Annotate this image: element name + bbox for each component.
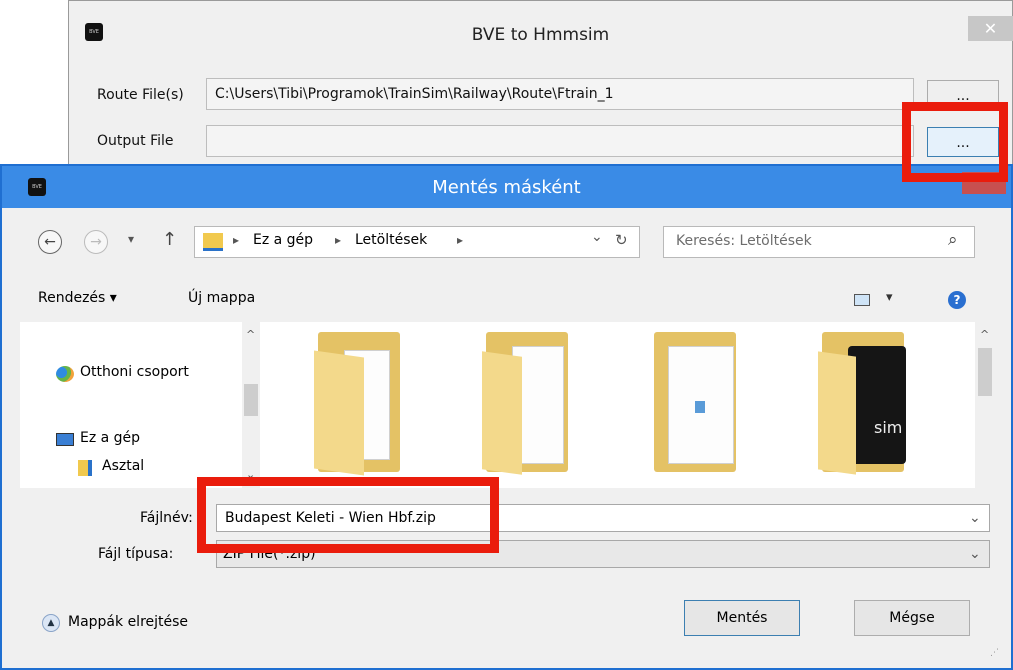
dialog-titlebar: BVE Mentés másként ⌃ — [2, 166, 1011, 208]
route-file-field[interactable]: C:\Users\Tibi\Programok\TrainSim\Railway… — [206, 78, 914, 110]
breadcrumb-item-this-pc[interactable]: Ez a gép — [253, 232, 313, 248]
bve-titlebar: BVE BVE to Hmmsim ✕ — [69, 1, 1013, 57]
filetype-label: Fájl típusa: — [98, 546, 174, 562]
route-file-label: Route File(s) — [97, 87, 184, 103]
view-options-icon[interactable] — [854, 294, 870, 306]
file-thumbnail-icon — [695, 401, 705, 413]
sidebar-scroll-thumb[interactable] — [244, 384, 258, 416]
sidebar-scrollbar[interactable]: ^ ⌄ — [242, 322, 260, 488]
folder-item[interactable] — [314, 332, 414, 484]
breadcrumb-separator: ▸ — [335, 233, 342, 247]
recent-locations-icon[interactable]: ▾ — [128, 232, 134, 246]
refresh-icon[interactable]: ↻ — [615, 231, 628, 249]
sidebar-item-label: Otthoni csoport — [80, 364, 189, 380]
back-arrow-icon[interactable]: ← — [38, 230, 62, 254]
address-dropdown-icon[interactable]: ⌄ — [591, 229, 603, 245]
downloads-folder-icon — [203, 233, 223, 251]
forward-arrow-icon[interactable]: → — [84, 230, 108, 254]
highlight-filename — [197, 477, 499, 553]
cancel-button[interactable]: Mégse — [854, 600, 970, 636]
breadcrumb-item-downloads[interactable]: Letöltések — [355, 232, 427, 248]
bve-close-button[interactable]: ✕ — [968, 16, 1013, 41]
sidebar-item-label: Ez a gép — [80, 430, 141, 446]
save-options-panel: Fájlnév: Budapest Keleti - Wien Hbf.zip … — [2, 488, 1011, 668]
scroll-up-icon[interactable]: ^ — [246, 328, 255, 341]
breadcrumb-separator: ▸ — [457, 233, 464, 247]
output-file-label: Output File — [97, 133, 174, 149]
collapse-icon: ▲ — [42, 614, 60, 632]
chevron-down-icon[interactable]: ⌄ — [969, 541, 981, 567]
desktop-folder-icon — [78, 460, 92, 476]
dialog-title: Mentés másként — [432, 177, 581, 198]
navigation-bar: ← → ▾ ↑ ▸ Ez a gép ▸ Letöltések ▸ ⌄ ↻ Ke… — [2, 208, 1011, 280]
search-input[interactable]: Keresés: Letöltések — [676, 233, 812, 249]
navigation-pane: Otthoni csoport Ez a gép Asztal ^ ⌄ — [20, 322, 260, 488]
save-button[interactable]: Mentés — [684, 600, 800, 636]
filename-label: Fájlnév: — [140, 510, 193, 526]
app-preview-text: sim — [874, 418, 903, 437]
breadcrumb-separator: ▸ — [233, 233, 240, 247]
file-list: sim — [260, 322, 975, 488]
file-list-scroll-thumb[interactable] — [978, 348, 992, 396]
sidebar-item-label: Asztal — [102, 458, 145, 474]
hide-folders-label: Mappák elrejtése — [68, 614, 189, 630]
bve-window-title: BVE to Hmmsim — [471, 25, 610, 45]
organize-menu[interactable]: Rendezés ▾ — [38, 290, 117, 306]
resize-grip-icon[interactable]: ⋰ — [990, 648, 999, 658]
folder-item[interactable] — [650, 332, 750, 484]
computer-icon — [56, 433, 74, 446]
chevron-down-icon[interactable]: ⌄ — [969, 505, 981, 531]
new-folder-button[interactable]: Új mappa — [188, 290, 255, 306]
scroll-up-icon[interactable]: ^ — [980, 328, 989, 341]
address-bar[interactable]: ▸ Ez a gép ▸ Letöltések ▸ ⌄ ↻ — [194, 226, 640, 258]
folder-front — [482, 351, 522, 475]
folder-front — [314, 350, 364, 476]
output-file-field[interactable] — [206, 125, 914, 157]
file-list-scrollbar[interactable]: ^ — [975, 322, 995, 488]
homegroup-icon — [56, 366, 74, 382]
up-arrow-icon[interactable]: ↑ — [162, 229, 177, 250]
command-bar: Rendezés ▾ Új mappa ▾ ? — [2, 280, 1011, 322]
folder-front — [818, 351, 856, 475]
folder-item[interactable] — [482, 332, 582, 484]
search-icon[interactable]: ⌕ — [948, 230, 958, 250]
save-as-dialog: BVE Mentés másként ⌃ ← → ▾ ↑ ▸ Ez a gép … — [0, 164, 1013, 670]
help-icon[interactable]: ? — [948, 291, 966, 309]
search-box[interactable]: Keresés: Letöltések ⌕ — [663, 226, 975, 258]
document-preview — [668, 346, 734, 464]
view-dropdown-icon[interactable]: ▾ — [886, 290, 893, 305]
folder-item[interactable]: sim — [818, 332, 918, 484]
highlight-output-browse — [902, 102, 1008, 182]
app-preview: sim — [848, 346, 906, 464]
